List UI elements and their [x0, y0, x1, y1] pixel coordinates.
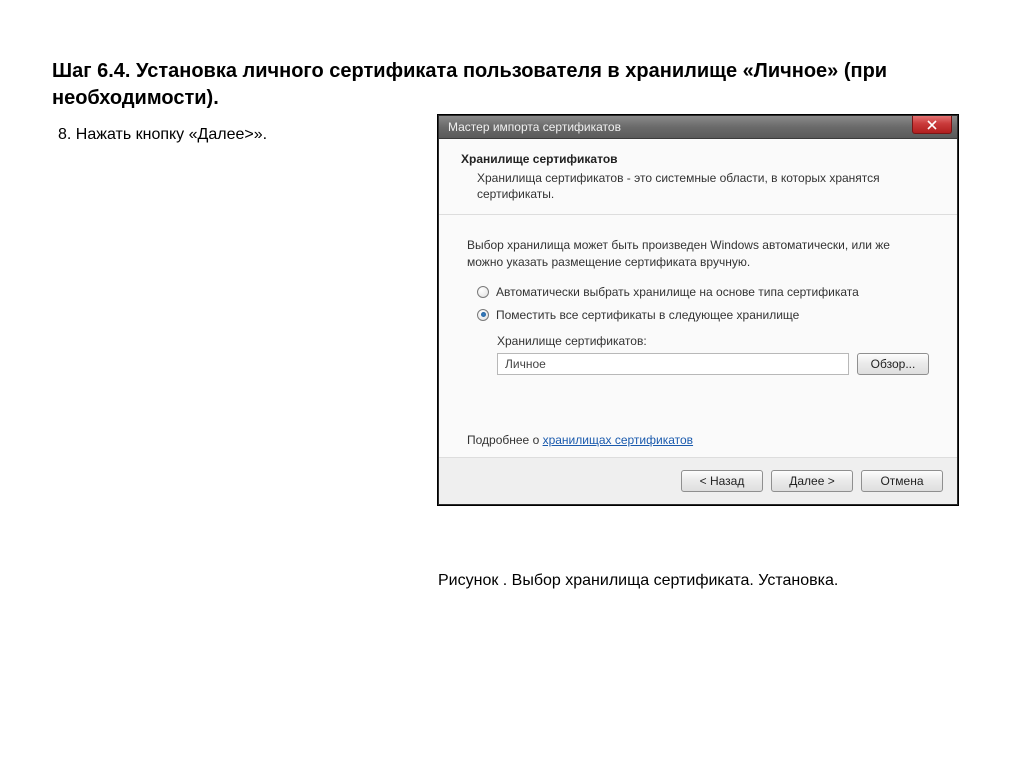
- close-button[interactable]: [912, 116, 952, 134]
- certificate-wizard-dialog: Мастер импорта сертификатов Хранилище се…: [438, 115, 958, 505]
- more-info-link[interactable]: хранилищах сертификатов: [543, 433, 693, 447]
- page-heading: Шаг 6.4. Установка личного сертификата п…: [52, 58, 972, 112]
- radio-manual-label: Поместить все сертификаты в следующее хр…: [496, 308, 799, 322]
- radio-auto-label: Автоматически выбрать хранилище на основ…: [496, 285, 859, 299]
- close-icon: [927, 120, 937, 130]
- more-info-prefix: Подробнее о: [467, 433, 543, 447]
- radio-group: Автоматически выбрать хранилище на основ…: [477, 285, 929, 322]
- browse-button[interactable]: Обзор...: [857, 353, 929, 375]
- body-intro: Выбор хранилища может быть произведен Wi…: [467, 237, 929, 271]
- back-button[interactable]: < Назад: [681, 470, 763, 492]
- section-desc: Хранилища сертификатов - это системные о…: [477, 170, 935, 202]
- section-title: Хранилище сертификатов: [461, 152, 935, 166]
- dialog-body: Выбор хранилища может быть произведен Wi…: [439, 215, 957, 457]
- store-row: Личное Обзор...: [497, 353, 929, 375]
- window-title: Мастер импорта сертификатов: [448, 120, 621, 134]
- store-input[interactable]: Личное: [497, 353, 849, 375]
- cancel-button[interactable]: Отмена: [861, 470, 943, 492]
- radio-icon: [477, 309, 489, 321]
- next-button[interactable]: Далее >: [771, 470, 853, 492]
- figure-caption: Рисунок . Выбор хранилища сертификата. У…: [438, 572, 838, 590]
- dialog-footer: < Назад Далее > Отмена: [439, 457, 957, 504]
- radio-auto[interactable]: Автоматически выбрать хранилище на основ…: [477, 285, 929, 299]
- instruction-text: 8. Нажать кнопку «Далее>».: [58, 126, 267, 144]
- dialog-content: Хранилище сертификатов Хранилища сертифи…: [439, 139, 957, 504]
- store-label: Хранилище сертификатов:: [497, 334, 929, 348]
- radio-icon: [477, 286, 489, 298]
- more-info: Подробнее о хранилищах сертификатов: [467, 433, 929, 447]
- store-block: Хранилище сертификатов: Личное Обзор...: [497, 334, 929, 375]
- radio-manual[interactable]: Поместить все сертификаты в следующее хр…: [477, 308, 929, 322]
- window-controls: [912, 116, 957, 138]
- dialog-header: Хранилище сертификатов Хранилища сертифи…: [439, 139, 957, 215]
- titlebar[interactable]: Мастер импорта сертификатов: [439, 116, 957, 139]
